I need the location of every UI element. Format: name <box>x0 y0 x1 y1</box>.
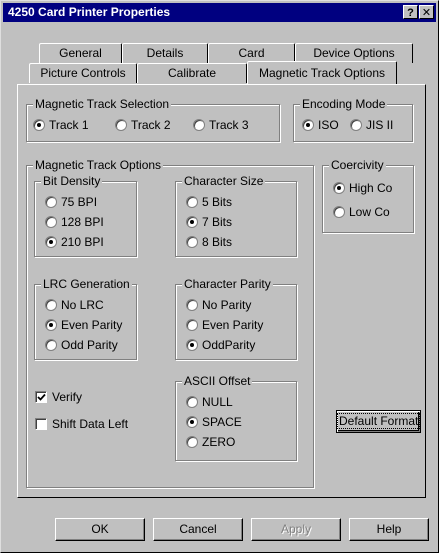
window-title: 4250 Card Printer Properties <box>8 5 171 19</box>
radio-indicator <box>186 196 198 208</box>
encoding-mode-title: Encoding Mode <box>300 97 388 111</box>
tab-device-options[interactable]: Device Options <box>295 43 413 63</box>
close-title-button[interactable]: ✕ <box>419 5 434 19</box>
title-bar[interactable]: 4250 Card Printer Properties ? ✕ <box>3 3 436 22</box>
ascii-offset-group: ASCII Offset NULL SPACE ZERO <box>175 374 297 461</box>
tab-card[interactable]: Card <box>208 43 295 63</box>
track-selection-title: Magnetic Track Selection <box>33 97 172 111</box>
radio-indicator <box>186 236 198 248</box>
cancel-button[interactable]: Cancel <box>153 518 243 541</box>
character-size-title: Character Size <box>182 174 266 188</box>
character-parity-group: Character Parity No Parity Even Parity O… <box>175 277 297 360</box>
radio-indicator <box>45 339 57 351</box>
radio-indicator <box>302 119 314 131</box>
radio-indicator <box>115 119 127 131</box>
character-parity-title: Character Parity <box>182 277 273 291</box>
check-mark-icon <box>37 393 46 401</box>
character-size-group: Character Size 5 Bits 7 Bits 8 Bits <box>175 174 297 257</box>
lrc-generation-title: LRC Generation <box>41 277 132 291</box>
tab-picture-controls[interactable]: Picture Controls <box>29 63 137 83</box>
radio-indicator <box>45 299 57 311</box>
track-options-title: Magnetic Track Options <box>33 158 164 172</box>
track-options-group: Magnetic Track Options Bit Density 75 BP… <box>26 158 314 488</box>
ascii-offset-title: ASCII Offset <box>182 374 253 388</box>
radio-indicator <box>333 182 345 194</box>
help-title-button[interactable]: ? <box>403 5 418 19</box>
radio-indicator <box>186 216 198 228</box>
default-format-button[interactable]: Default Format <box>336 410 421 433</box>
radio-indicator <box>45 216 57 228</box>
tab-magnetic-track-options[interactable]: Magnetic Track Options <box>247 61 397 84</box>
radio-indicator <box>186 436 198 448</box>
tab-calibrate[interactable]: Calibrate <box>137 63 247 83</box>
encoding-mode-group: Encoding Mode ISO JIS II <box>293 97 413 142</box>
radio-indicator <box>45 236 57 248</box>
tab-general[interactable]: General <box>39 43 122 63</box>
properties-dialog: 4250 Card Printer Properties ? ✕ General… <box>0 0 439 553</box>
radio-indicator <box>193 119 205 131</box>
tab-panel: Magnetic Track Selection Track 1 Track 2… <box>17 84 426 498</box>
coercivity-title: Coercivity <box>329 158 386 172</box>
radio-indicator <box>33 119 45 131</box>
radio-indicator <box>350 119 362 131</box>
lrc-generation-group: LRC Generation No LRC Even Parity Odd Pa… <box>34 277 137 360</box>
ok-button[interactable]: OK <box>55 518 145 541</box>
radio-indicator <box>186 416 198 428</box>
help-button[interactable]: Help <box>349 518 429 541</box>
radio-indicator <box>45 319 57 331</box>
coercivity-group: Coercivity High Co Low Co <box>322 158 414 233</box>
radio-indicator <box>45 196 57 208</box>
bit-density-group: Bit Density 75 BPI 128 BPI 210 BPI <box>34 174 137 257</box>
tab-details[interactable]: Details <box>122 43 208 63</box>
bit-density-title: Bit Density <box>41 174 103 188</box>
track-selection-group: Magnetic Track Selection Track 1 Track 2… <box>26 97 280 142</box>
radio-indicator <box>186 299 198 311</box>
radio-indicator <box>186 396 198 408</box>
radio-indicator <box>186 339 198 351</box>
apply-button[interactable]: Apply <box>251 518 341 541</box>
radio-indicator <box>333 206 345 218</box>
radio-indicator <box>186 319 198 331</box>
checkbox-indicator <box>35 391 47 403</box>
checkbox-indicator <box>35 418 47 430</box>
